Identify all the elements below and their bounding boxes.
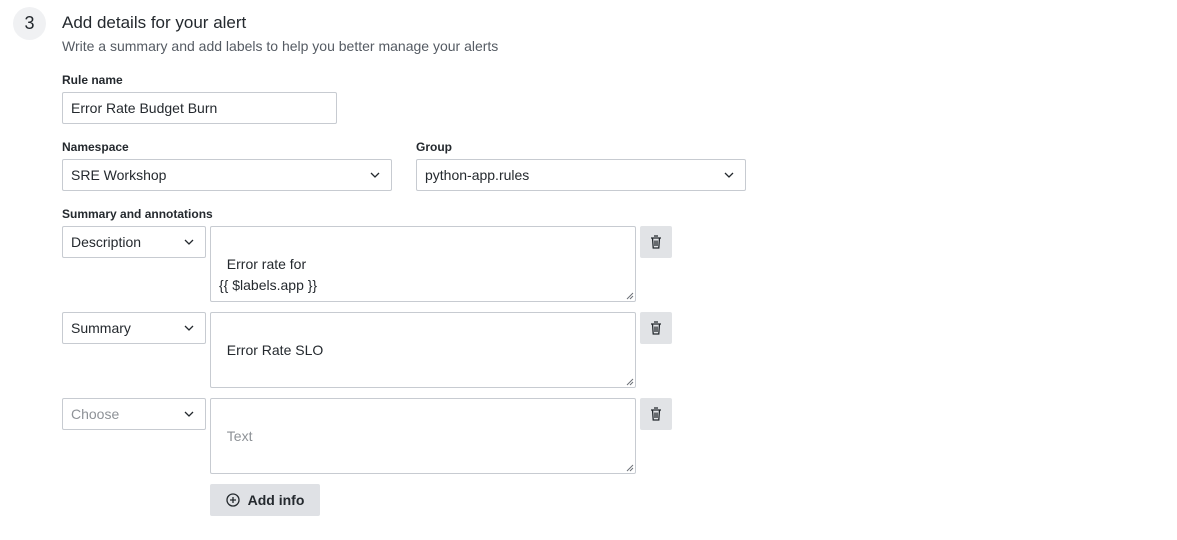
resize-grip-icon[interactable] xyxy=(626,378,634,386)
rule-name-label: Rule name xyxy=(62,73,123,87)
resize-grip-icon[interactable] xyxy=(626,464,634,472)
delete-annotation-button[interactable] xyxy=(640,226,672,258)
rule-name-input[interactable]: Error Rate Budget Burn xyxy=(62,92,337,124)
chevron-down-icon xyxy=(183,236,195,248)
group-label: Group xyxy=(416,140,452,154)
namespace-label: Namespace xyxy=(62,140,129,154)
annotation-value-textarea[interactable]: Error rate for {{ $labels.app }} is in v… xyxy=(210,226,636,302)
annotation-value-text: Error rate for {{ $labels.app }} is in v… xyxy=(219,256,408,301)
annotation-value-placeholder: Text xyxy=(226,428,253,444)
trash-icon xyxy=(651,235,661,249)
section-title: Add details for your alert xyxy=(62,13,247,32)
annotation-value-text: Error Rate SLO xyxy=(226,342,324,358)
section-subtitle: Write a summary and add labels to help y… xyxy=(62,38,499,54)
annotation-key-placeholder: Choose xyxy=(71,406,120,422)
delete-annotation-button[interactable] xyxy=(640,312,672,344)
annotation-key-select[interactable]: Description xyxy=(62,226,206,258)
delete-annotation-button[interactable] xyxy=(640,398,672,430)
add-info-label: Add info xyxy=(247,492,305,508)
annotation-key-select[interactable]: Summary xyxy=(62,312,206,344)
group-value: python-app.rules xyxy=(425,167,530,183)
add-info-button[interactable]: Add info xyxy=(210,484,320,516)
resize-grip-icon[interactable] xyxy=(626,292,634,300)
chevron-down-icon xyxy=(183,408,195,420)
rule-name-value: Error Rate Budget Burn xyxy=(71,100,218,116)
step-number: 3 xyxy=(24,13,35,33)
namespace-select[interactable]: SRE Workshop xyxy=(62,159,392,191)
step-number-badge: 3 xyxy=(13,7,46,40)
chevron-down-icon xyxy=(369,169,381,181)
namespace-value: SRE Workshop xyxy=(71,167,167,183)
annotation-key-value: Summary xyxy=(71,320,131,336)
annotation-key-select[interactable]: Choose xyxy=(62,398,206,430)
annotation-value-textarea[interactable]: Error Rate SLO xyxy=(210,312,636,388)
chevron-down-icon xyxy=(723,169,735,181)
trash-icon xyxy=(651,321,661,335)
annotation-value-textarea[interactable]: Text xyxy=(210,398,636,474)
chevron-down-icon xyxy=(183,322,195,334)
group-select[interactable]: python-app.rules xyxy=(416,159,746,191)
annotations-label: Summary and annotations xyxy=(62,207,213,221)
plus-circle-icon xyxy=(225,493,240,507)
trash-icon xyxy=(651,407,661,421)
annotation-key-value: Description xyxy=(71,234,142,250)
